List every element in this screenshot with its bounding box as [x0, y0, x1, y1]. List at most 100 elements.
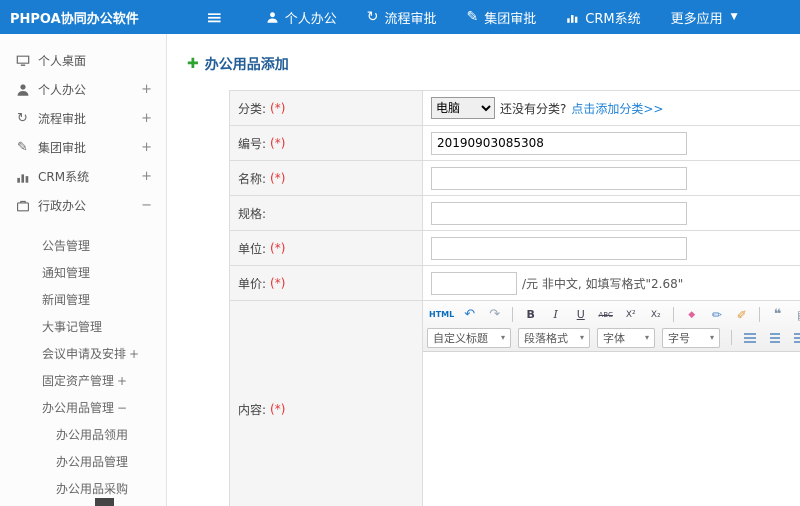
expand-indicator[interactable]: +	[141, 169, 152, 184]
redo-button[interactable]: ↷	[483, 305, 506, 324]
sidebar-item-supplies-purchase[interactable]: 办公用品采购	[0, 475, 166, 502]
chart-icon	[566, 11, 579, 24]
code-input[interactable]	[431, 131, 687, 155]
hamburger-icon[interactable]: ≡	[206, 7, 223, 27]
editor-toolbar: HTML ↶ ↷ B I U ABC X² X₂ ◆ ✏ ✐ ❝ 自定义标题 ▾…	[423, 301, 800, 352]
expand-indicator[interactable]: +	[117, 374, 127, 388]
paste-plain-icon[interactable]: ▤	[791, 305, 800, 324]
subscript-button[interactable]: X₂	[644, 305, 667, 324]
sidebar-item-notice-mgmt[interactable]: 通知管理	[0, 259, 166, 286]
admin-office-submenu: 公告管理 通知管理 新闻管理 大事记管理 会议申请及安排 + 固定资产管理 + …	[0, 220, 166, 502]
sub-item-label: 公告管理	[42, 239, 91, 253]
caret-down-icon: ▾	[500, 333, 505, 342]
align-left-icon	[743, 332, 756, 343]
sidebar-item-supplies-manage[interactable]: 办公用品管理	[0, 448, 166, 475]
expand-indicator[interactable]: +	[141, 140, 152, 155]
sidebar-item-group-approval[interactable]: ✎ 集团审批 +	[0, 133, 166, 162]
field-label: 名称:	[238, 171, 267, 186]
edit-icon: ✎	[466, 9, 479, 25]
sidebar-item-personal-office[interactable]: 个人办公 +	[0, 75, 166, 104]
nav-item-crm[interactable]: CRM系统	[551, 0, 655, 34]
spec-input[interactable]	[431, 201, 687, 225]
field-label: 内容:	[238, 402, 267, 417]
superscript-button[interactable]: X²	[619, 305, 642, 324]
price-input[interactable]	[431, 271, 517, 295]
plus-icon: ✚	[187, 56, 199, 72]
undo-button[interactable]: ↶	[458, 305, 481, 324]
unit-input[interactable]	[431, 236, 687, 260]
sidebar-item-office-supplies-mgmt[interactable]: 办公用品管理 −	[0, 394, 166, 421]
nav-label: 流程审批	[384, 11, 437, 27]
dropdown-label: 段落格式	[524, 331, 568, 345]
expand-indicator[interactable]: +	[141, 82, 152, 97]
person-icon	[266, 11, 279, 24]
editor-content-area[interactable]	[423, 352, 800, 506]
caret-down-icon: ▼	[730, 12, 738, 22]
align-right-button[interactable]	[788, 328, 800, 347]
bold-button[interactable]: B	[519, 305, 542, 324]
format-brush-icon[interactable]: ✏	[705, 305, 728, 324]
sidebar-item-crm[interactable]: CRM系统 +	[0, 162, 166, 191]
required-mark: (*)	[270, 136, 286, 150]
align-center-button[interactable]	[763, 328, 786, 347]
briefcase-icon	[14, 199, 31, 213]
price-hint: /元 非中文, 如填写格式"2.68"	[522, 276, 684, 291]
top-navbar: PHPOA协同办公软件 ≡ 个人办公 ↻ 流程审批 ✎ 集团审批 CRM系统 更…	[0, 0, 800, 34]
sidebar-item-meeting-request[interactable]: 会议申请及安排 +	[0, 340, 166, 367]
heading-select[interactable]: 自定义标题 ▾	[427, 327, 511, 348]
caret-down-icon: ▾	[579, 333, 584, 342]
sidebar-item-supplies-claim[interactable]: 办公用品领用	[0, 421, 166, 448]
collapse-indicator[interactable]: −	[117, 401, 127, 415]
nav-label: 个人办公	[284, 11, 337, 27]
editor-toolbar-row-1: HTML ↶ ↷ B I U ABC X² X₂ ◆ ✏ ✐ ❝	[427, 303, 800, 326]
sidebar-item-workflow-approval[interactable]: ↻ 流程审批 +	[0, 104, 166, 133]
page-title-text: 办公用品添加	[204, 57, 289, 73]
category-select[interactable]: 电脑	[431, 97, 495, 119]
form-row-price: 单价: (*) /元 非中文, 如填写格式"2.68"	[230, 266, 800, 301]
scrollbar-thumb[interactable]	[95, 498, 114, 506]
sidebar-item-news-mgmt[interactable]: 新闻管理	[0, 286, 166, 313]
align-left-button[interactable]	[738, 328, 761, 347]
nav-item-workflow-approval[interactable]: ↻ 流程审批	[352, 0, 452, 34]
italic-button[interactable]: I	[544, 305, 567, 324]
sub-item-label: 办公用品管理	[42, 401, 115, 415]
app-brand: PHPOA协同办公软件	[10, 11, 139, 27]
sidebar-item-admin-office[interactable]: 行政办公 −	[0, 191, 166, 220]
sidebar-item-events-mgmt[interactable]: 大事记管理	[0, 313, 166, 340]
nav-item-personal-office[interactable]: 个人办公	[251, 0, 352, 34]
font-size-select[interactable]: 字号 ▾	[662, 327, 720, 348]
collapse-indicator[interactable]: −	[141, 198, 152, 213]
office-supply-add-form: 分类: (*) 电脑 还没有分类? 点击添加分类>> 编号: (*) 20190…	[229, 90, 800, 506]
strikethrough-button[interactable]: ABC	[594, 305, 617, 324]
sidebar-item-announcement-mgmt[interactable]: 公告管理	[0, 232, 166, 259]
align-center-icon	[769, 332, 780, 343]
form-row-unit: 单位: (*)	[230, 231, 800, 266]
sidebar-item-personal-desktop[interactable]: 个人桌面	[0, 46, 166, 75]
nav-item-group-approval[interactable]: ✎ 集团审批	[452, 0, 552, 34]
name-input[interactable]	[431, 166, 687, 190]
remove-format-icon[interactable]: ◆	[680, 305, 703, 324]
underline-button[interactable]: U	[569, 305, 592, 324]
expand-indicator[interactable]: +	[129, 347, 139, 361]
paragraph-format-select[interactable]: 段落格式 ▾	[518, 327, 590, 348]
html-source-button[interactable]: HTML	[427, 305, 456, 324]
sidebar-item-label: 流程审批	[38, 112, 87, 126]
form-row-category: 分类: (*) 电脑 还没有分类? 点击添加分类>>	[230, 91, 800, 126]
sidebar-item-label: 行政办公	[38, 199, 87, 213]
sidebar-item-label: CRM系统	[38, 170, 90, 184]
sub-item-label: 办公用品管理	[56, 455, 129, 469]
form-row-spec: 规格:	[230, 196, 800, 231]
font-family-select[interactable]: 字体 ▾	[597, 327, 655, 348]
blockquote-icon[interactable]: ❝	[766, 305, 789, 324]
sidebar-item-fixed-assets[interactable]: 固定资产管理 +	[0, 367, 166, 394]
nav-label: CRM系统	[585, 11, 641, 27]
highlighter-icon[interactable]: ✐	[730, 305, 753, 324]
add-category-link[interactable]: 点击添加分类>>	[571, 100, 663, 117]
sidebar-item-label: 集团审批	[38, 141, 87, 155]
nav-item-more-apps[interactable]: 更多应用 ▼	[656, 0, 753, 34]
align-right-icon	[793, 332, 800, 343]
required-mark: (*)	[270, 402, 286, 416]
expand-indicator[interactable]: +	[141, 111, 152, 126]
form-row-content: 内容: (*) HTML ↶ ↷ B I U ABC X² X₂ ◆ ✏ ✐ ❝…	[230, 301, 800, 506]
sub-item-label: 办公用品采购	[56, 482, 129, 496]
